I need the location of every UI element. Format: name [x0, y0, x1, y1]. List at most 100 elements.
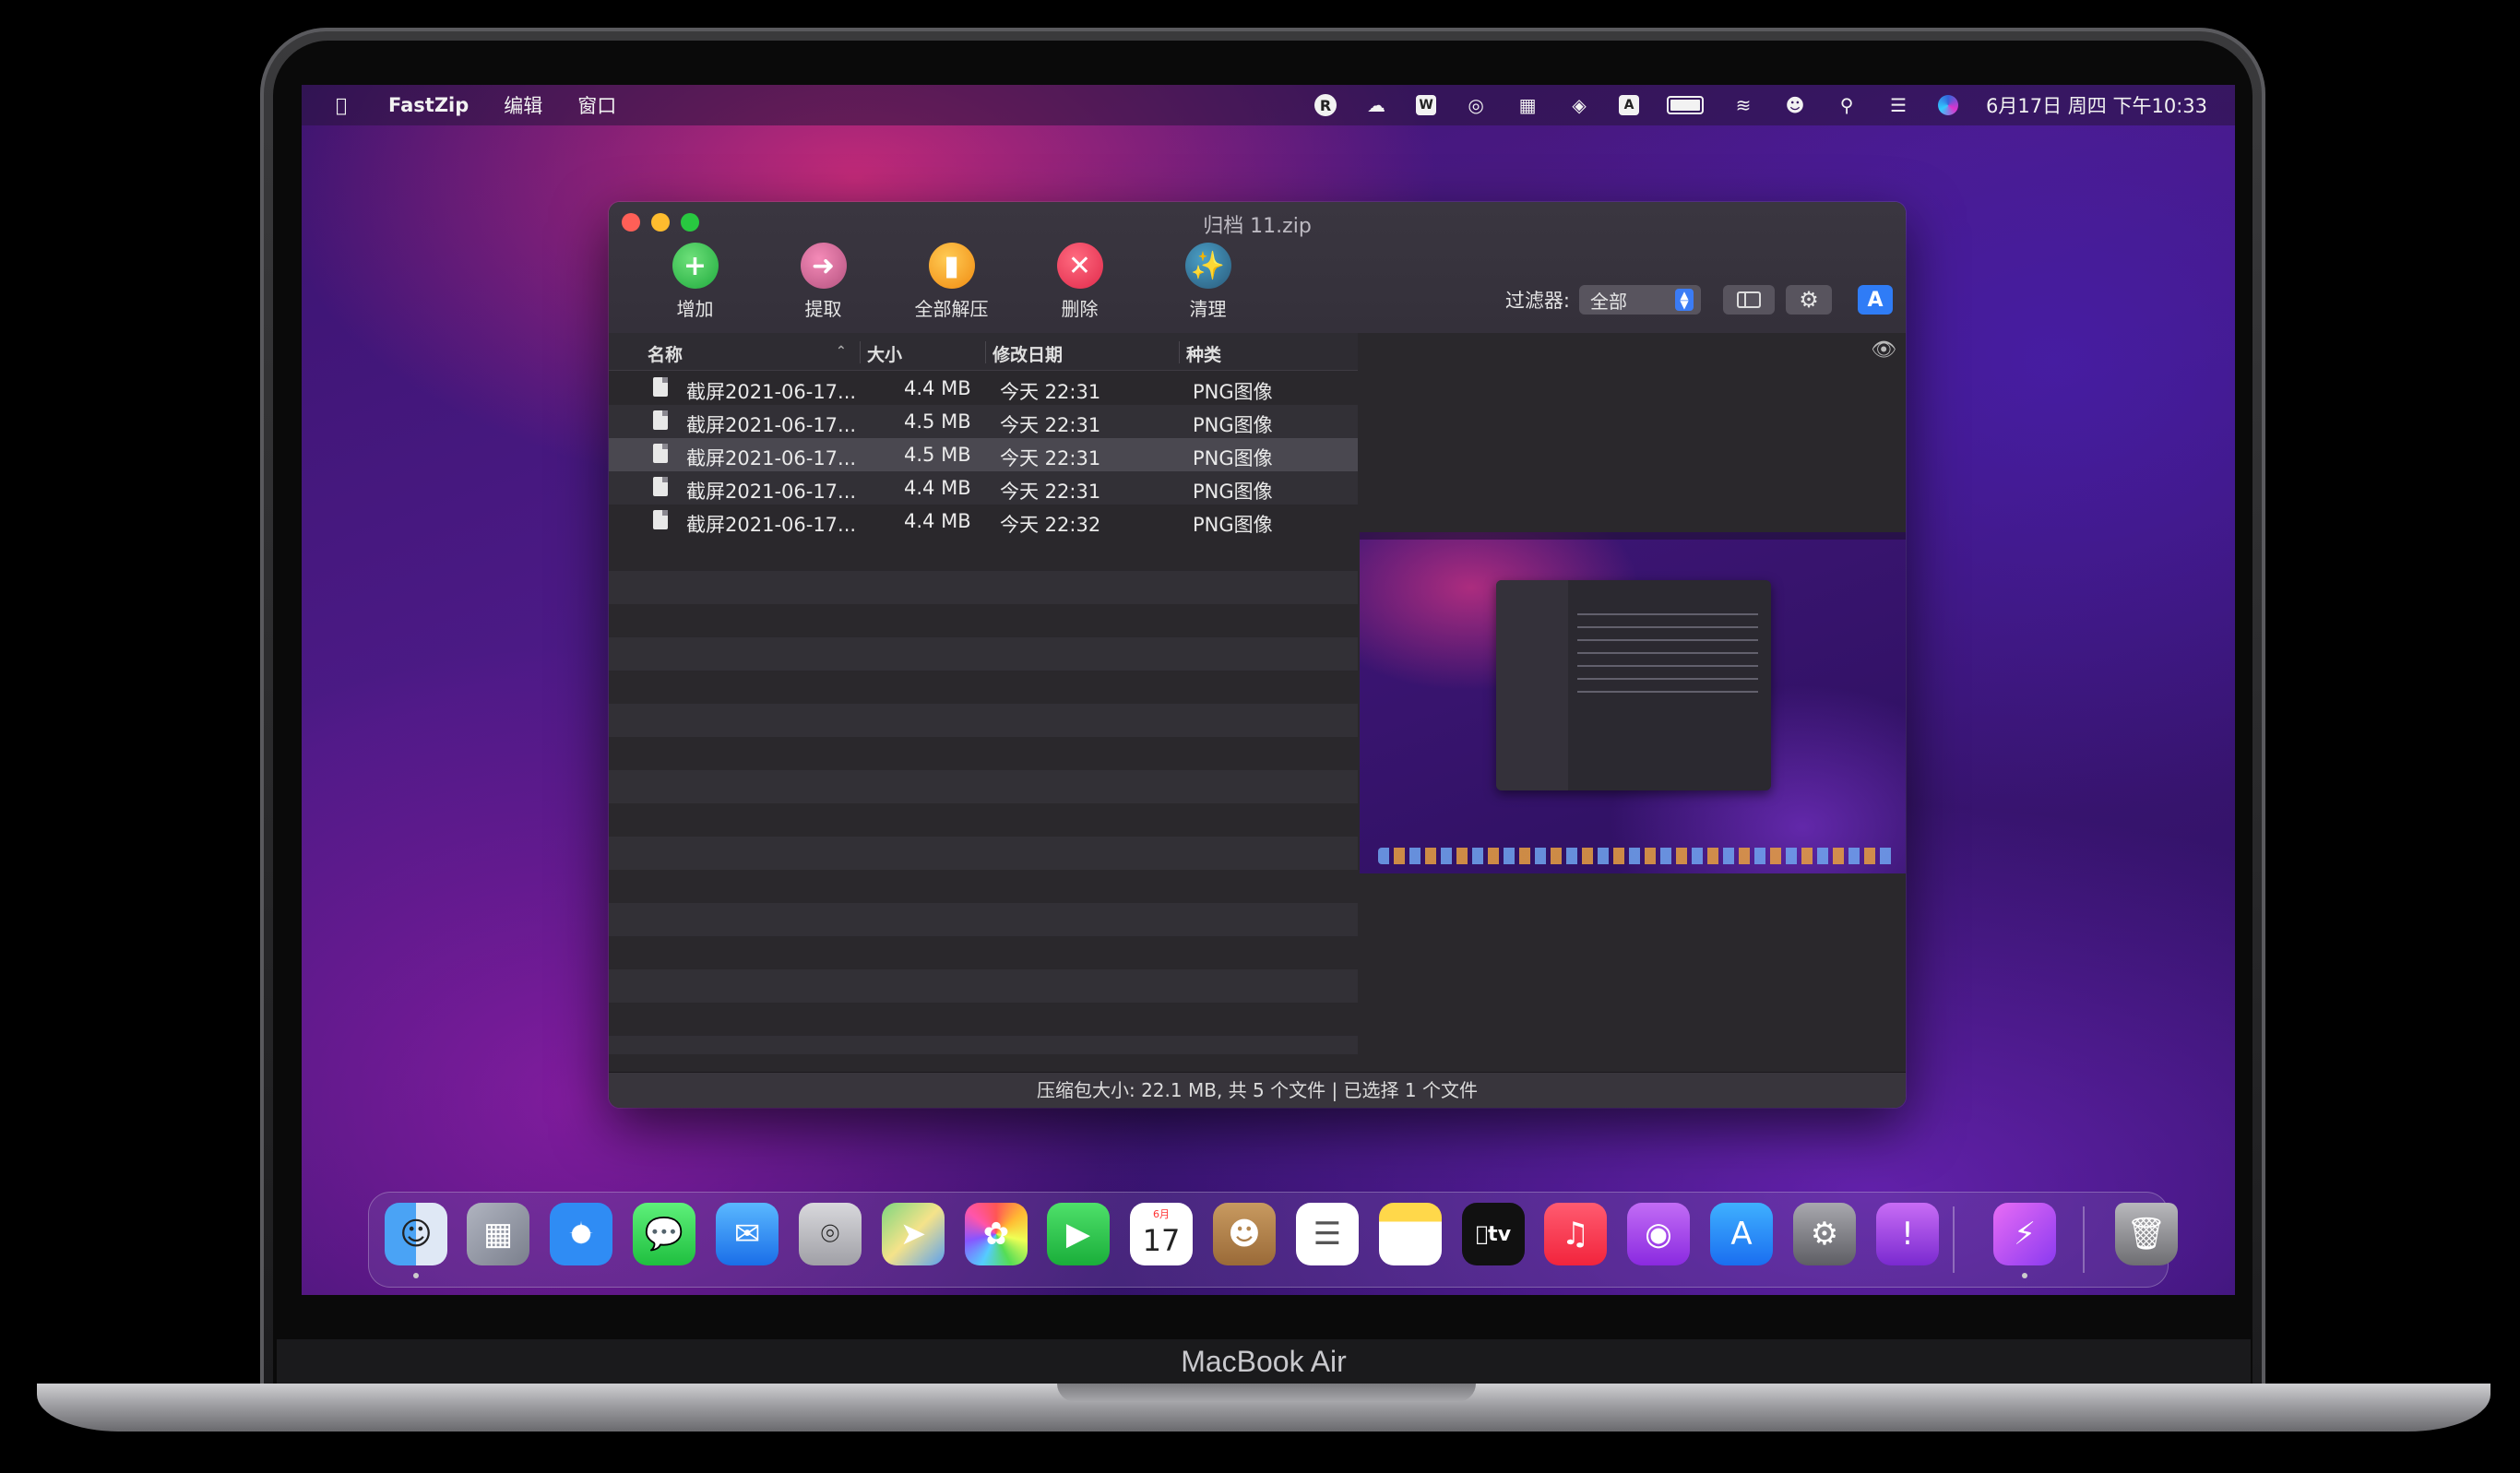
calendar-day: 17: [1142, 1223, 1181, 1258]
eye-icon[interactable]: 👁: [1871, 339, 1896, 362]
filter-select[interactable]: 全部 ▲ ▼: [1579, 285, 1701, 315]
laptop-chin: MacBook Air: [277, 1339, 2251, 1385]
dock-separator: [2083, 1206, 2085, 1273]
input-a-icon[interactable]: A: [1619, 95, 1640, 115]
delete-button[interactable]: ✕ 删除: [1016, 243, 1144, 321]
file-size: 4.4 MB: [904, 477, 971, 499]
file-name: 截屏2021-06-17...: [686, 414, 857, 436]
layers-icon[interactable]: ◈: [1567, 93, 1591, 117]
thumbnail-window: [1496, 580, 1771, 790]
thumbnail-content: [1577, 606, 1758, 698]
empty-rows: [609, 538, 1358, 1054]
grid-icon[interactable]: ▦: [1516, 93, 1539, 117]
clean-button[interactable]: ✨ 清理: [1144, 243, 1272, 321]
dock-mail-icon[interactable]: ✉: [716, 1203, 779, 1265]
dock-finder-icon[interactable]: ☺: [385, 1203, 447, 1265]
search-icon[interactable]: ⚲: [1835, 93, 1859, 117]
siri-icon[interactable]: [1938, 95, 1959, 115]
preview-pane: 👁: [1358, 333, 1906, 1073]
dock: ☺▦✦💬✉⌾➤✿▶6月17☻☰≡tv♫◉A⚙!⚡🗑: [368, 1192, 2178, 1288]
dock-app-store-icon[interactable]: A: [1710, 1203, 1773, 1265]
dock-notes-icon[interactable]: ≡: [1379, 1203, 1442, 1265]
extract-arrow-icon: ➜: [800, 243, 847, 289]
dock-reminders-icon[interactable]: ☰: [1296, 1203, 1359, 1265]
menu-edit[interactable]: 编辑: [504, 91, 542, 119]
table-row[interactable]: 截屏2021-06-17... 4.5 MB 今天 22:31 PNG图像: [609, 438, 1358, 471]
thumbnail-sidebar: [1496, 580, 1568, 790]
file-date: 今天 22:32: [1000, 514, 1101, 536]
column-date[interactable]: 修改日期: [993, 341, 1063, 366]
dock-system-preferences-icon[interactable]: ⚙: [1793, 1203, 1856, 1265]
dock-feedback-icon[interactable]: !: [1876, 1203, 1939, 1265]
broom-icon: ✨: [1184, 243, 1231, 289]
menu-window[interactable]: 窗口: [577, 91, 616, 119]
dock-launchpad-icon[interactable]: ▦: [467, 1203, 529, 1265]
r-badge-icon[interactable]: R: [1314, 94, 1337, 116]
dock-facetime-icon[interactable]: ▶: [1047, 1203, 1110, 1265]
column-name[interactable]: 名称: [648, 341, 683, 366]
extract-button[interactable]: ➜ 提取: [759, 243, 887, 321]
user-icon[interactable]: ☻: [1783, 93, 1807, 117]
dock-maps-icon[interactable]: ➤: [882, 1203, 945, 1265]
filter-group: 过滤器: 全部 ▲ ▼: [1505, 285, 1701, 315]
column-kind[interactable]: 种类: [1186, 341, 1221, 366]
w-badge-icon[interactable]: W: [1416, 95, 1437, 115]
table-row[interactable]: 截屏2021-06-17... 4.4 MB 今天 22:31 PNG图像: [609, 372, 1358, 405]
window-title: 归档 11.zip: [1203, 215, 1312, 238]
menu-app-name[interactable]: FastZip: [388, 94, 469, 116]
wifi-icon[interactable]: ≋: [1731, 93, 1755, 117]
dock-safari-icon[interactable]: ✦: [550, 1203, 612, 1265]
zip-icon: ▮: [928, 243, 975, 289]
menu-clock[interactable]: 6月17日 周四 下午10:33: [1986, 91, 2207, 119]
dock-fastzip-icon[interactable]: ⚡: [1993, 1203, 2056, 1265]
extract-all-button[interactable]: ▮ 全部解压: [887, 243, 1016, 321]
table-row[interactable]: 截屏2021-06-17... 4.4 MB 今天 22:31 PNG图像: [609, 471, 1358, 505]
dock-trash-icon[interactable]: 🗑: [2115, 1203, 2178, 1265]
dock-screenshot-icon[interactable]: ⌾: [799, 1203, 862, 1265]
settings-button[interactable]: ⚙: [1786, 285, 1832, 315]
apple-icon[interactable]: : [329, 93, 353, 117]
calendar-month: 6月: [1153, 1208, 1170, 1220]
dock-photos-icon[interactable]: ✿: [965, 1203, 1028, 1265]
device-label: MacBook Air: [1181, 1345, 1347, 1378]
battery-icon[interactable]: [1667, 96, 1705, 114]
dock-calendar-icon[interactable]: 6月 17: [1130, 1203, 1193, 1265]
preview-thumbnail: [1360, 532, 1906, 873]
sidebar-toggle-button[interactable]: [1723, 285, 1775, 315]
fingerprint-icon[interactable]: ◎: [1464, 93, 1488, 117]
app-store-button[interactable]: A: [1858, 285, 1893, 315]
fastzip-window: 归档 11.zip + 增加 ➜ 提取 ▮ 全部解压 ✕ 删除 ✨ 清理 过滤器…: [609, 202, 1906, 1108]
gear-icon: ⚙: [1799, 287, 1819, 313]
add-button[interactable]: + 增加: [631, 243, 759, 321]
column-divider: [985, 341, 986, 363]
running-indicator: [2022, 1273, 2027, 1278]
dock-podcasts-icon[interactable]: ◉: [1627, 1203, 1690, 1265]
dock-contacts-icon[interactable]: ☻: [1213, 1203, 1276, 1265]
menu-bar:  FastZip 编辑 窗口 R ☁ W ◎ ▦ ◈ A ≋ ☻ ⚲ ☰ 6月…: [302, 85, 2235, 125]
thumbnail-menubar: [1360, 532, 1906, 540]
creative-cloud-icon[interactable]: ☁: [1364, 93, 1388, 117]
file-size: 4.4 MB: [904, 510, 971, 532]
file-kind: PNG图像: [1193, 414, 1273, 436]
extract-label: 提取: [804, 298, 842, 320]
document-icon: [653, 377, 668, 397]
dock-apple-tv-icon[interactable]: tv: [1462, 1203, 1525, 1265]
filter-value: 全部: [1590, 290, 1627, 313]
file-name: 截屏2021-06-17...: [686, 481, 857, 503]
control-center-icon[interactable]: ☰: [1886, 93, 1910, 117]
file-date: 今天 22:31: [1000, 414, 1101, 436]
column-size[interactable]: 大小: [867, 341, 902, 366]
app-store-icon: A: [1867, 288, 1884, 312]
sort-ascending-icon[interactable]: ⌃: [836, 344, 847, 359]
file-kind: PNG图像: [1193, 481, 1273, 503]
document-icon: [653, 410, 668, 430]
window-titlebar: 归档 11.zip + 增加 ➜ 提取 ▮ 全部解压 ✕ 删除 ✨ 清理 过滤器…: [609, 202, 1906, 334]
clean-label: 清理: [1189, 298, 1227, 320]
file-name: 截屏2021-06-17...: [686, 381, 857, 403]
delete-label: 删除: [1061, 298, 1099, 320]
dock-messages-icon[interactable]: 💬: [633, 1203, 695, 1265]
table-row[interactable]: 截屏2021-06-17... 4.5 MB 今天 22:31 PNG图像: [609, 405, 1358, 438]
table-row[interactable]: 截屏2021-06-17... 4.4 MB 今天 22:32 PNG图像: [609, 505, 1358, 538]
dock-music-icon[interactable]: ♫: [1544, 1203, 1607, 1265]
file-date: 今天 22:31: [1000, 447, 1101, 469]
